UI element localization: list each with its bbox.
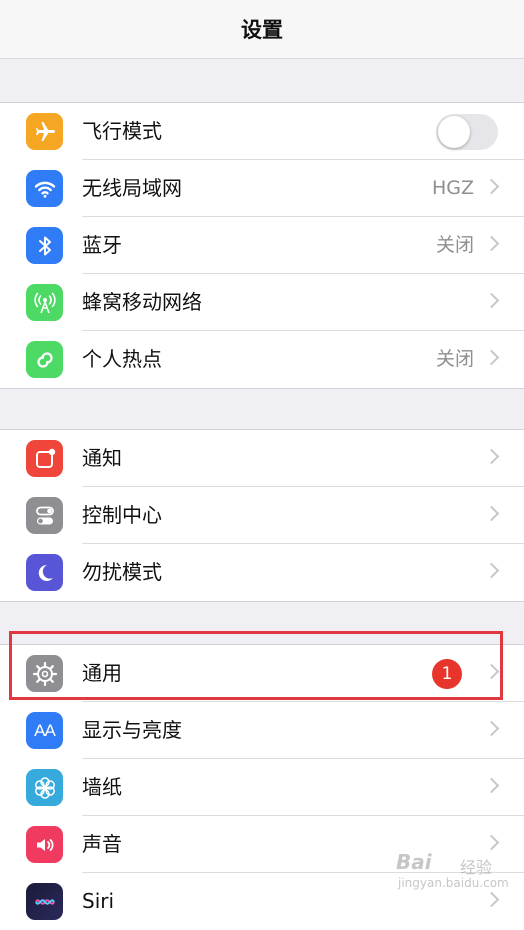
airplane-mode-label: 飞行模式 (82, 119, 162, 143)
chevron-right-icon (483, 178, 500, 195)
update-badge: 1 (432, 659, 462, 689)
settings-row-general[interactable]: 通用 1 (0, 645, 524, 702)
toggle-knob (438, 116, 470, 148)
settings-row-cellular[interactable]: 蜂窝移动网络 (0, 274, 524, 331)
chevron-right-icon (483, 663, 500, 680)
settings-row-do-not-disturb[interactable]: 勿扰模式 (0, 544, 524, 601)
chevron-right-icon (483, 349, 500, 366)
chevron-right-icon (483, 505, 500, 522)
chevron-right-icon (483, 292, 500, 309)
wifi-icon (26, 170, 63, 207)
siri-label: Siri (82, 889, 115, 913)
notifications-label: 通知 (82, 446, 122, 470)
siri-icon (26, 883, 63, 920)
settings-row-wallpaper[interactable]: 墙纸 (0, 759, 524, 816)
notification-icon (26, 440, 63, 477)
hotspot-icon (26, 341, 63, 378)
moon-icon (26, 554, 63, 591)
bluetooth-value: 关闭 (435, 234, 474, 256)
text-size-glyph: AA (34, 720, 56, 740)
settings-row-airplane-mode[interactable]: 飞行模式 (0, 103, 524, 160)
hotspot-value: 关闭 (435, 348, 474, 370)
sounds-label: 声音 (82, 832, 122, 856)
hotspot-label: 个人热点 (82, 347, 162, 371)
wifi-label: 无线局域网 (82, 176, 182, 200)
settings-row-display-brightness[interactable]: AA 显示与亮度 (0, 702, 524, 759)
wallpaper-label: 墙纸 (82, 775, 122, 799)
airplane-mode-toggle[interactable] (436, 114, 498, 150)
speaker-icon (26, 826, 63, 863)
settings-group-connectivity: 飞行模式 无线局域网 HGZ 蓝牙 关闭 蜂窝移动网络 个人热点 关闭 (0, 102, 524, 389)
bluetooth-label: 蓝牙 (82, 233, 122, 257)
general-label: 通用 (82, 661, 122, 685)
watermark-brand: Bai (396, 850, 432, 874)
settings-group-alerts: 通知 控制中心 勿扰模式 (0, 429, 524, 602)
chevron-right-icon (483, 235, 500, 252)
control-center-icon (26, 497, 63, 534)
control-center-label: 控制中心 (82, 503, 162, 527)
wifi-value: HGZ (431, 177, 474, 199)
watermark: Bai 经验 jingyan.baidu.com (396, 848, 514, 898)
page-title: 设置 (241, 18, 283, 42)
settings-row-control-center[interactable]: 控制中心 (0, 487, 524, 544)
settings-row-wifi[interactable]: 无线局域网 HGZ (0, 160, 524, 217)
chevron-right-icon (483, 720, 500, 737)
bluetooth-icon (26, 227, 63, 264)
chevron-right-icon (483, 777, 500, 794)
antenna-icon (26, 284, 63, 321)
cellular-label: 蜂窝移动网络 (82, 290, 202, 314)
do-not-disturb-label: 勿扰模式 (82, 560, 162, 584)
text-size-icon: AA (26, 712, 63, 749)
display-brightness-label: 显示与亮度 (82, 718, 182, 742)
chevron-right-icon (483, 448, 500, 465)
airplane-icon (26, 113, 63, 150)
settings-row-bluetooth[interactable]: 蓝牙 关闭 (0, 217, 524, 274)
settings-row-notifications[interactable]: 通知 (0, 430, 524, 487)
settings-row-hotspot[interactable]: 个人热点 关闭 (0, 331, 524, 388)
watermark-suffix: 经验 (460, 858, 493, 877)
flower-icon (26, 769, 63, 806)
navigation-bar: 设置 (0, 0, 524, 59)
chevron-right-icon (483, 562, 500, 579)
gear-icon (26, 655, 63, 692)
watermark-url: jingyan.baidu.com (398, 876, 509, 890)
